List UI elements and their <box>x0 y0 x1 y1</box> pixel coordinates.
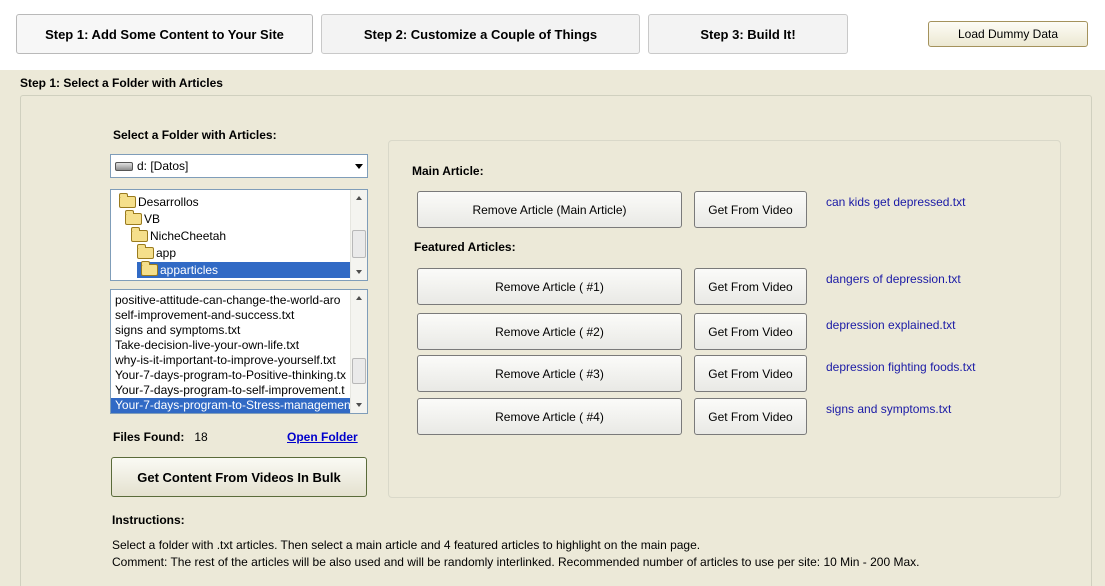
drive-value: d: [Datos] <box>137 159 189 173</box>
chevron-down-icon[interactable] <box>355 164 363 169</box>
remove-featured-4-button[interactable]: Remove Article ( #4) <box>417 398 682 435</box>
get-from-video-2-button[interactable]: Get From Video <box>694 313 807 350</box>
file-scrollbar[interactable] <box>350 290 367 413</box>
folder-item[interactable]: NicheCheetah <box>131 227 226 244</box>
remove-featured-2-button[interactable]: Remove Article ( #2) <box>417 313 682 350</box>
scroll-up-arrow[interactable] <box>351 190 367 206</box>
featured-3-file: depression fighting foods.txt <box>826 360 976 374</box>
instructions-line-2: Comment: The rest of the articles will b… <box>112 555 920 569</box>
folder-scrollbar[interactable] <box>350 190 367 280</box>
featured-4-file: signs and symptoms.txt <box>826 402 952 416</box>
load-dummy-data-button[interactable]: Load Dummy Data <box>928 21 1088 47</box>
folder-item[interactable]: VB <box>125 210 160 227</box>
folder-item[interactable]: Desarrollos <box>119 193 199 210</box>
tab-step-1[interactable]: Step 1: Add Some Content to Your Site <box>16 14 313 54</box>
main-article-file: can kids get depressed.txt <box>826 195 966 209</box>
remove-featured-1-button[interactable]: Remove Article ( #1) <box>417 268 682 305</box>
open-folder-icon <box>131 227 148 242</box>
scroll-thumb[interactable] <box>352 358 366 384</box>
scroll-thumb[interactable] <box>352 230 366 258</box>
open-folder-link[interactable]: Open Folder <box>287 430 358 444</box>
file-item[interactable]: Take-decision-live-your-own-life.txt <box>115 338 351 353</box>
group-title: Step 1: Select a Folder with Articles <box>17 76 227 90</box>
drive-select[interactable]: d: [Datos] <box>110 154 368 178</box>
file-item[interactable]: positive-attitude-can-change-the-world-a… <box>115 293 351 308</box>
featured-2-file: depression explained.txt <box>826 318 956 332</box>
featured-articles-label: Featured Articles: <box>414 240 516 254</box>
scroll-down-arrow[interactable] <box>351 264 367 280</box>
open-folder-icon <box>119 193 136 208</box>
file-item[interactable]: self-improvement-and-success.txt <box>115 308 351 323</box>
scroll-down-arrow[interactable] <box>351 397 367 413</box>
get-from-video-3-button[interactable]: Get From Video <box>694 355 807 392</box>
get-from-video-main-button[interactable]: Get From Video <box>694 191 807 228</box>
drive-icon <box>115 161 133 171</box>
featured-1-file: dangers of depression.txt <box>826 272 961 286</box>
folder-tree-list[interactable]: Desarrollos VB NicheCheetah app appartic… <box>110 189 368 281</box>
folder-item[interactable]: app <box>137 244 176 261</box>
file-item[interactable]: why-is-it-important-to-improve-yourself.… <box>115 353 351 368</box>
instructions-line-1: Select a folder with .txt articles. Then… <box>112 538 701 552</box>
get-content-bulk-button[interactable]: Get Content From Videos In Bulk <box>111 457 367 497</box>
file-item[interactable]: signs and symptoms.txt <box>115 323 351 338</box>
tab-step-2[interactable]: Step 2: Customize a Couple of Things <box>321 14 640 54</box>
file-item[interactable]: Your-7-days-program-to-Positive-thinking… <box>115 368 351 383</box>
step-tab-bar: Step 1: Add Some Content to Your Site St… <box>0 0 1105 70</box>
scroll-up-arrow[interactable] <box>351 290 367 306</box>
files-found-label: Files Found: 18 <box>113 430 208 444</box>
tab-step-3[interactable]: Step 3: Build It! <box>648 14 848 54</box>
open-folder-icon <box>137 244 154 259</box>
file-item-selected[interactable]: Your-7-days-program-to-Stress-managemen <box>111 398 351 413</box>
folder-icon <box>141 261 158 276</box>
main-article-label: Main Article: <box>412 164 484 178</box>
instructions-title: Instructions: <box>112 513 185 527</box>
get-from-video-4-button[interactable]: Get From Video <box>694 398 807 435</box>
remove-featured-3-button[interactable]: Remove Article ( #3) <box>417 355 682 392</box>
file-list[interactable]: positive-attitude-can-change-the-world-a… <box>110 289 368 414</box>
get-from-video-1-button[interactable]: Get From Video <box>694 268 807 305</box>
file-item[interactable]: Your-7-days-program-to-self-improvement.… <box>115 383 351 398</box>
files-found-count: 18 <box>194 430 208 444</box>
select-folder-label: Select a Folder with Articles: <box>113 128 277 142</box>
open-folder-icon <box>125 210 142 225</box>
folder-item-selected[interactable]: apparticles <box>137 261 351 278</box>
remove-main-article-button[interactable]: Remove Article (Main Article) <box>417 191 682 228</box>
